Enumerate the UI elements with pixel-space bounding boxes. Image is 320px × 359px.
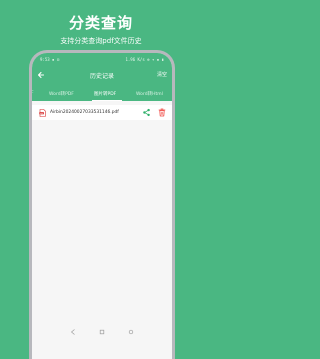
page-title: 历史记录 xyxy=(89,73,114,80)
tab-image-to-pdf[interactable]: 图片转PDF xyxy=(94,91,116,97)
promo-subtitle: 支持分类查询pdf文件历史 xyxy=(60,37,142,45)
android-navigation-bar xyxy=(32,323,172,343)
clear-button[interactable]: 清空 xyxy=(157,71,167,78)
triangle-back-icon[interactable] xyxy=(69,328,77,336)
file-list-item[interactable]: Airbin20240027033531146.pdf xyxy=(32,105,172,120)
circle-recent-icon[interactable] xyxy=(127,328,135,336)
share-icon[interactable] xyxy=(142,108,151,117)
phone-frame: 9:53 ▪ ⊡ 1.96 K/s ⊕ ▾ ▪ ▮ 历史记录 清空 F Word… xyxy=(29,50,175,359)
status-bar: 9:53 ▪ ⊡ 1.96 K/s ⊕ ▾ ▪ ▮ xyxy=(32,53,172,65)
selected-tab-indicator xyxy=(92,99,122,101)
tab-word-to-pdf[interactable]: Word转PDF xyxy=(49,91,74,97)
tab-pdf[interactable]: F xyxy=(32,91,34,96)
pdf-file-icon xyxy=(39,109,46,117)
status-indicators: 1.96 K/s ⊕ ▾ ▪ ▮ xyxy=(125,57,164,62)
phone-screen: 9:53 ▪ ⊡ 1.96 K/s ⊕ ▾ ▪ ▮ 历史记录 清空 F Word… xyxy=(32,53,172,359)
file-name: Airbin20240027033531146.pdf xyxy=(50,110,119,115)
app-bar: 历史记录 清空 xyxy=(32,65,172,87)
history-tab-bar: F Word转PDF 图片转PDF Word转Html xyxy=(32,87,172,101)
square-home-icon[interactable] xyxy=(98,328,106,336)
promo-title: 分类查询 xyxy=(68,14,133,32)
status-time: 9:53 ▪ ⊡ xyxy=(40,57,60,62)
trash-icon[interactable] xyxy=(158,108,166,117)
tab-word-to-html[interactable]: Word转Html xyxy=(136,91,163,97)
